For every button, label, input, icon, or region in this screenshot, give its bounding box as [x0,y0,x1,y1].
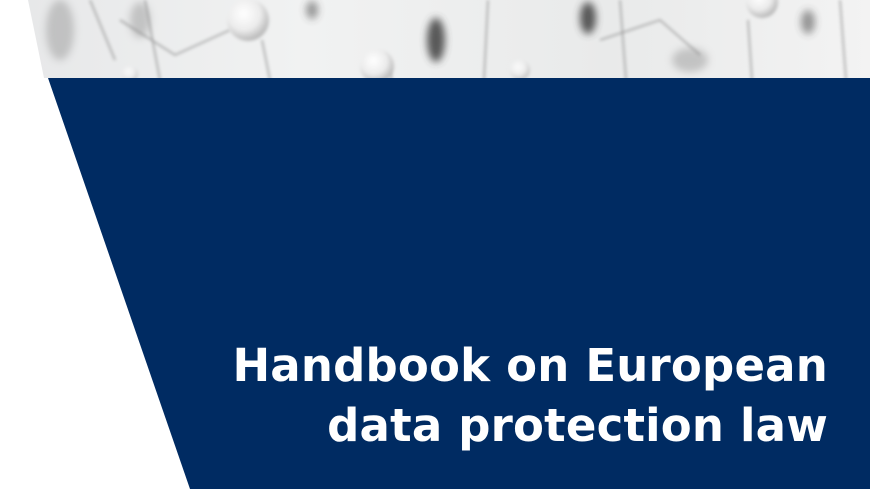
handbook-cover: Handbook on European data protection law [0,0,870,489]
cover-title-line-1: Handbook on European [232,339,828,392]
cover-title-line-2: data protection law [327,399,828,452]
cover-title: Handbook on European data protection law [232,336,828,456]
